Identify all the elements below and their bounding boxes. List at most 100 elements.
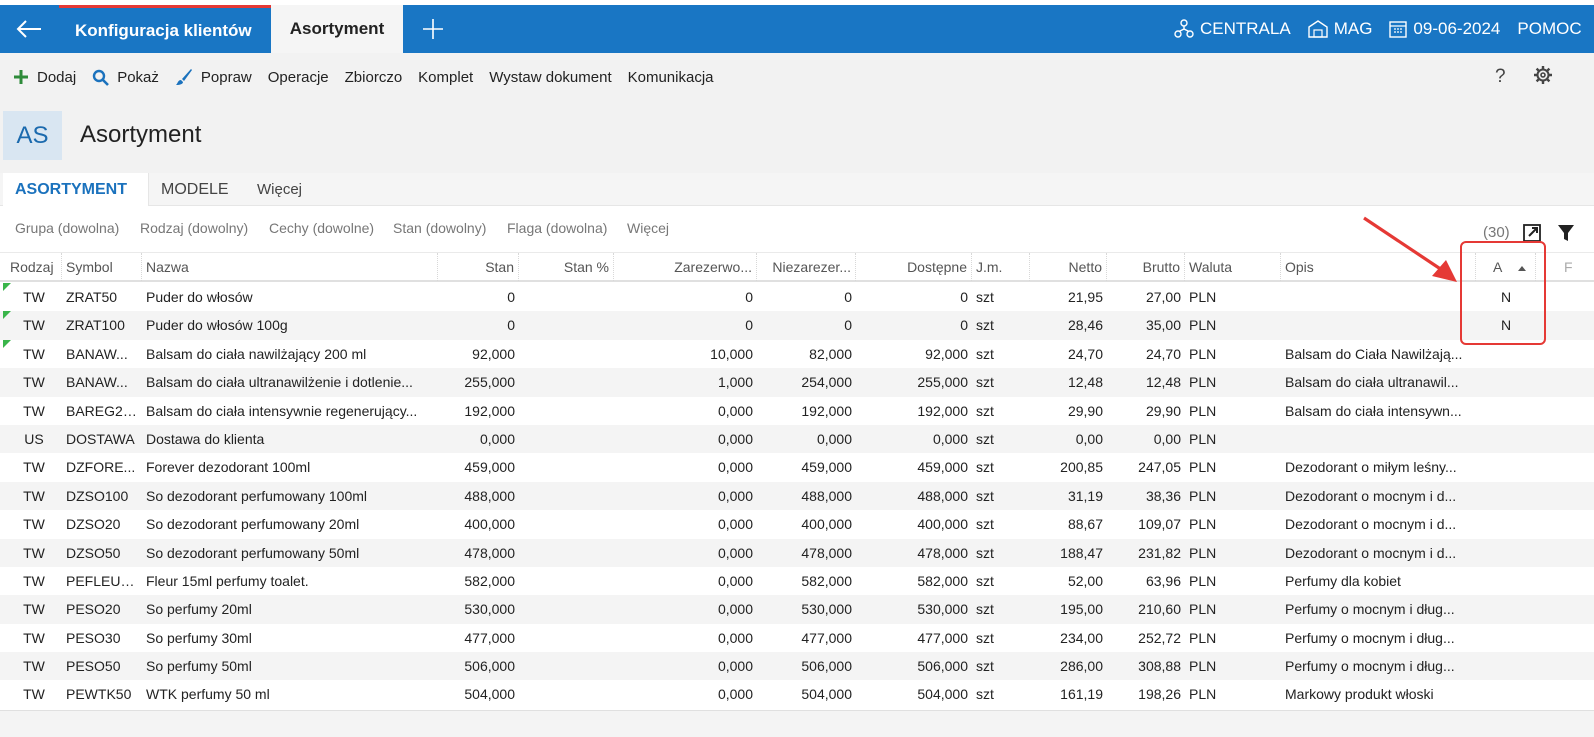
cell-jm: szt	[976, 658, 994, 675]
col-rodzaj[interactable]: Rodzaj	[6, 253, 62, 281]
brush-icon	[175, 69, 192, 85]
cell-stan: 0	[507, 289, 515, 305]
cell-waluta: PLN	[1189, 516, 1217, 533]
title-bar: Konfiguracja klientów Asortyment CENTRAL…	[0, 5, 1594, 53]
table-row[interactable]: TW DZSO20 So dezodorant perfumowany 20ml 40…	[0, 510, 1594, 538]
set-menu[interactable]: Komplet	[418, 69, 473, 86]
cell-opis: Dezodorant o mocnym i d...	[1285, 544, 1457, 561]
table-row[interactable]: TW ZRAT50 Puder do włosów 0 0 0 0 szt 21,95 27,00…	[0, 283, 1594, 311]
col-a[interactable]: A	[1476, 253, 1536, 281]
table-row[interactable]: US DOSTAWA Dostawa do klienta 0,000 0,000 0,0…	[0, 424, 1594, 454]
cell-niezarezerwowane: 0	[844, 289, 852, 305]
cell-dostepne: 582,000	[917, 572, 968, 589]
cell-dostepne: 530,000	[917, 601, 968, 618]
col-stan-pct[interactable]: Stan %	[519, 253, 614, 281]
col-symbol[interactable]: Symbol	[62, 253, 142, 281]
cell-netto: 28,46	[1067, 317, 1103, 334]
sub-tabs: ASORTYMENT MODELE Więcej	[0, 173, 1594, 206]
cell-brutto: 210,60	[1138, 601, 1181, 618]
tab-konfiguracja-klientow[interactable]: Konfiguracja klientów	[59, 5, 271, 53]
tab-more[interactable]: Więcej	[257, 173, 302, 206]
cell-a	[1476, 340, 1536, 368]
col-stan[interactable]: Stan	[438, 253, 519, 281]
cell-opis: Balsam do Ciała Nawilżają...	[1285, 345, 1463, 362]
cell-jm: szt	[976, 572, 994, 589]
cell-jm: szt	[976, 430, 994, 447]
col-waluta[interactable]: Waluta	[1185, 253, 1281, 281]
cell-a: N	[1500, 317, 1512, 334]
cell-netto: 200,85	[1060, 459, 1103, 476]
expand-icon	[1523, 224, 1541, 242]
cell-nazwa: WTK perfumy 50 ml	[146, 686, 270, 703]
grid-body: TW ZRAT50 Puder do włosów 0 0 0 0 szt 21,95 27,00…	[0, 283, 1594, 709]
filter-grupa[interactable]: Grupa (dowolna)	[15, 220, 119, 236]
add-button[interactable]: Dodaj	[13, 69, 76, 86]
cell-stan: 0	[507, 317, 515, 334]
cell-symbol: PESO30	[66, 629, 121, 646]
table-row[interactable]: TW DZFORE... Forever dezodorant 100ml 459,0…	[0, 453, 1594, 481]
new-tab-button[interactable]	[413, 5, 453, 53]
table-row[interactable]: TW PEWTK50 WTK perfumy 50 ml 504,000 0,000 50…	[0, 680, 1594, 708]
cell-a	[1476, 567, 1536, 595]
col-zarezerwowane[interactable]: Zarezerwo...	[658, 253, 757, 281]
table-row[interactable]: TW PEFLEUR... Fleur 15ml perfumy toalet. 58…	[0, 567, 1594, 595]
col-niezarezerwowane[interactable]: Niezarezer...	[757, 253, 856, 281]
cell-jm: szt	[976, 516, 994, 533]
plus-icon	[423, 19, 443, 39]
cell-nazwa: Balsam do ciała nawilżający 200 ml	[146, 345, 367, 362]
mag-selector[interactable]: MAG	[1307, 19, 1372, 39]
settings-button[interactable]	[1533, 65, 1553, 88]
col-f[interactable]: F	[1560, 253, 1594, 281]
table-row[interactable]: TW PESO30 So perfumy 30ml 477,000 0,000 477,0…	[0, 624, 1594, 652]
table-row[interactable]: TW BANAW... Balsam do ciała nawilżający 20…	[0, 339, 1594, 368]
table-row[interactable]: TW DZSO100 So dezodorant perfumowany 100ml…	[0, 481, 1594, 511]
cell-dostepne: 192,000	[917, 402, 968, 419]
table-row[interactable]: TW BANAW... Balsam do ciała ultranawilżeni…	[0, 368, 1594, 397]
table-row[interactable]: TW PESO20 So perfumy 20ml 530,000 0,000 530,0…	[0, 595, 1594, 624]
tab-asortyment[interactable]: Asortyment	[271, 5, 403, 53]
cell-jm: szt	[976, 345, 994, 362]
date-selector[interactable]: 09-06-2024	[1389, 19, 1500, 39]
cell-brutto: 308,88	[1138, 658, 1181, 675]
filter-more[interactable]: Więcej	[627, 220, 669, 236]
filter-stan[interactable]: Stan (dowolny)	[393, 220, 486, 236]
col-jm[interactable]: J.m.	[972, 253, 1030, 281]
col-netto[interactable]: Netto	[1030, 253, 1107, 281]
calendar-icon	[1389, 21, 1408, 38]
filter-rodzaj[interactable]: Rodzaj (dowolny)	[140, 220, 248, 236]
col-nazwa[interactable]: Nazwa	[142, 253, 438, 281]
communication-menu[interactable]: Komunikacja	[628, 69, 714, 86]
tab-modele[interactable]: MODELE	[161, 173, 229, 206]
col-brutto[interactable]: Brutto	[1107, 253, 1185, 281]
issue-document-menu[interactable]: Wystaw dokument	[489, 69, 611, 86]
cell-jm: szt	[976, 374, 994, 391]
cell-waluta: PLN	[1189, 572, 1217, 589]
edit-button[interactable]: Popraw	[175, 68, 252, 86]
bulk-menu[interactable]: Zbiorczo	[345, 69, 403, 86]
cell-niezarezerwowane: 0,000	[816, 430, 852, 447]
cell-brutto: 231,82	[1138, 544, 1181, 561]
cell-dostepne: 255,000	[917, 374, 968, 391]
expand-button[interactable]	[1523, 224, 1541, 245]
tab-asortyment-list[interactable]: ASORTYMENT	[3, 173, 149, 206]
table-row[interactable]: TW ZRAT100 Puder do włosów 100g 0 0 0 0 szt 28,4…	[0, 311, 1594, 340]
back-button[interactable]	[0, 5, 58, 53]
cell-zarezerwowane: 0,000	[717, 658, 753, 675]
cell-opis: Balsam do ciała ultranawil...	[1285, 374, 1459, 391]
table-row[interactable]: TW BAREG200 Balsam do ciała intensywnie re…	[0, 397, 1594, 425]
table-row[interactable]: TW PESO50 So perfumy 50ml 506,000 0,000 506,0…	[0, 652, 1594, 681]
filter-button[interactable]	[1557, 224, 1575, 245]
centrala-selector[interactable]: CENTRALA	[1174, 19, 1291, 39]
cell-nazwa: Dostawa do klienta	[146, 430, 265, 447]
filter-cechy[interactable]: Cechy (dowolne)	[269, 220, 374, 236]
filter-flaga[interactable]: Flaga (dowolna)	[507, 220, 607, 236]
col-dostepne[interactable]: Dostępne	[856, 253, 972, 281]
show-button[interactable]: Pokaż	[92, 69, 159, 86]
table-row[interactable]: TW DZSO50 So dezodorant perfumowany 50ml 47…	[0, 538, 1594, 567]
cell-dostepne: 506,000	[917, 658, 968, 675]
set-label: Komplet	[418, 68, 474, 86]
help-button[interactable]: ?	[1495, 66, 1506, 88]
cell-stan: 506,000	[464, 658, 515, 675]
operations-menu[interactable]: Operacje	[268, 69, 329, 86]
pomoc-menu[interactable]: POMOC	[1517, 19, 1581, 39]
